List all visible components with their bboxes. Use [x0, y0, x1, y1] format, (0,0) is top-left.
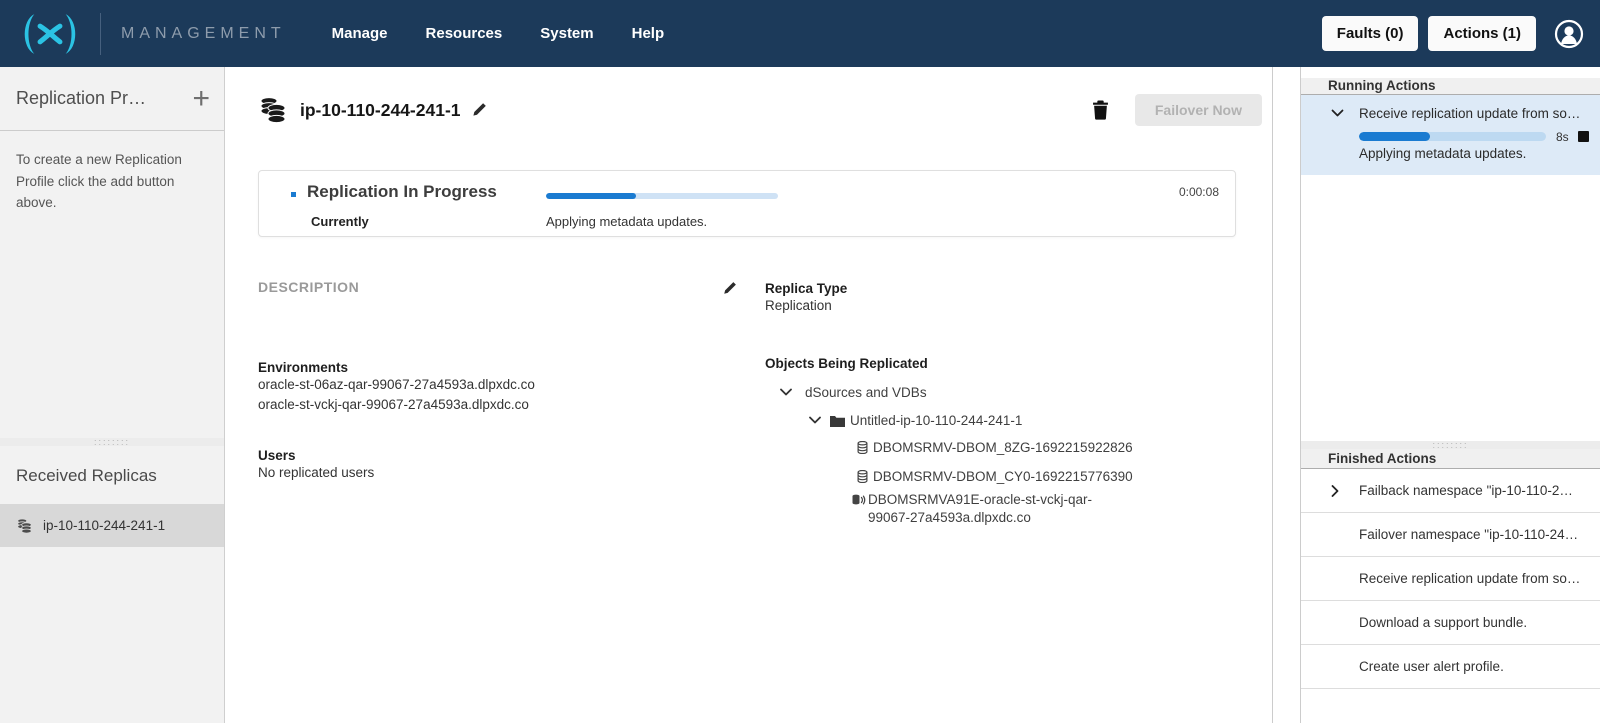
environment-item: oracle-st-vckj-qar-99067-27a4593a.dlpxdc… [258, 395, 758, 415]
replica-stack-icon [16, 518, 33, 534]
finished-action-label: Failback namespace "ip-10-110-2… [1359, 483, 1591, 498]
empty-profiles-hint: To create a new Replication Profile clic… [0, 131, 224, 214]
panel-resize-handle[interactable]: :::::::: [1301, 441, 1600, 449]
delete-replica-button[interactable] [1092, 100, 1109, 120]
app-window: MANAGEMENT Manage Resources System Help … [0, 0, 1600, 723]
chevron-down-icon[interactable] [809, 416, 821, 425]
replication-profiles-header: Replication Pr… + [0, 67, 224, 131]
finished-action-item[interactable]: Create user alert profile. [1301, 645, 1600, 689]
main-content: ip-10-110-244-241-1 Failover Now Replica… [226, 67, 1272, 723]
replica-title-row: ip-10-110-244-241-1 Failover Now [258, 88, 1262, 132]
running-actions-header: Running Actions [1301, 78, 1600, 95]
running-action-status: Applying metadata updates. [1359, 146, 1600, 161]
replication-progress-fill [546, 193, 636, 199]
menu-item-manage[interactable]: Manage [332, 25, 388, 42]
tree-node-label: DBOMSRMV-DBOM_8ZG-1692215922826 [873, 440, 1133, 455]
finished-action-label: Create user alert profile. [1359, 659, 1591, 674]
finished-action-item[interactable]: Failover namespace "ip-10-110-24… [1301, 513, 1600, 557]
progress-bullet [291, 192, 296, 197]
users-label: Users [258, 448, 758, 463]
user-avatar-icon[interactable] [1554, 19, 1584, 49]
description-column: DESCRIPTION Environments oracle-st-06az-… [258, 279, 758, 483]
pencil-icon [471, 102, 487, 118]
replica-type-value: Replication [765, 296, 1195, 316]
sidebar-item-replica-label: ip-10-110-244-241-1 [43, 518, 165, 533]
top-navbar: MANAGEMENT Manage Resources System Help … [0, 0, 1600, 67]
currently-label: Currently [311, 214, 369, 229]
received-replicas-header: Received Replicas [0, 446, 224, 486]
actions-panel: Running Actions Receive replication upda… [1300, 67, 1600, 723]
sidebar-resize-handle[interactable]: :::::::: [0, 438, 224, 446]
chevron-right-icon[interactable] [1331, 485, 1339, 497]
progress-elapsed-time: 0:00:08 [1179, 185, 1219, 199]
tree-node-vdb[interactable]: DBOMSRMV-DBOM_8ZG-1692215922826 [765, 440, 1195, 455]
progress-status-text: Applying metadata updates. [546, 214, 707, 229]
tree-node-vdb[interactable]: DBOMSRMV-DBOM_CY0-1692215776390 [765, 469, 1195, 484]
description-header: DESCRIPTION [258, 279, 359, 295]
replication-progress-bar [546, 193, 778, 199]
trash-icon [1092, 100, 1109, 120]
main-menu: Manage Resources System Help [332, 25, 664, 42]
navbar-divider [100, 13, 101, 55]
replication-progress-card: Replication In Progress 0:00:08 Currentl… [258, 170, 1236, 237]
objects-being-replicated-header: Objects Being Replicated [765, 356, 1195, 371]
brand-label: MANAGEMENT [121, 25, 286, 43]
finished-action-item[interactable]: Download a support bundle. [1301, 601, 1600, 645]
finished-action-label: Failover namespace "ip-10-110-24… [1359, 527, 1591, 542]
running-action-elapsed: 8s [1556, 130, 1569, 144]
tree-node-dsource[interactable]: DBOMSRMVA91E-oracle-st-vckj-qar-99067-27… [765, 491, 1095, 527]
stop-action-button stop-icon[interactable] [1578, 131, 1589, 142]
running-action-item[interactable]: Receive replication update from so… 8s A… [1301, 95, 1600, 175]
running-action-title: Receive replication update from so… [1359, 106, 1589, 121]
failover-now-button[interactable]: Failover Now [1135, 94, 1262, 126]
chevron-down-icon[interactable] [1331, 109, 1344, 118]
finished-action-item[interactable]: Receive replication update from so… [1301, 557, 1600, 601]
panel-spacer [1301, 175, 1600, 441]
edit-title-button[interactable] [471, 102, 487, 118]
tree-node-label: DBOMSRMV-DBOM_CY0-1692215776390 [873, 469, 1133, 484]
tree-node-label: DBOMSRMVA91E-oracle-st-vckj-qar-99067-27… [868, 492, 1092, 525]
add-profile-button plus-icon[interactable]: + [192, 88, 210, 110]
vdb-database-icon [857, 441, 868, 454]
replication-sidebar: Replication Pr… + To create a new Replic… [0, 67, 225, 723]
finished-action-label: Receive replication update from so… [1359, 571, 1591, 586]
menu-item-help[interactable]: Help [632, 25, 665, 42]
database-stack-icon [258, 96, 288, 124]
actions-button[interactable]: Actions (1) [1428, 16, 1536, 51]
finished-actions-header: Finished Actions [1301, 449, 1600, 469]
sidebar-item-replica[interactable]: ip-10-110-244-241-1 [0, 504, 224, 547]
folder-icon [830, 415, 845, 427]
tree-node-label: dSources and VDBs [805, 385, 927, 400]
users-value: No replicated users [258, 463, 758, 483]
tree-node-label: Untitled-ip-10-110-244-241-1 [850, 413, 1022, 428]
progress-title: Replication In Progress [307, 182, 497, 202]
page-title: ip-10-110-244-241-1 [300, 100, 461, 121]
faults-button[interactable]: Faults (0) [1322, 16, 1419, 51]
vdb-database-icon [857, 470, 868, 483]
finished-action-label: Download a support bundle. [1359, 615, 1591, 630]
replication-profiles-title: Replication Pr… [16, 88, 192, 109]
finished-action-item[interactable]: Failback namespace "ip-10-110-2… [1301, 469, 1600, 513]
environment-item: oracle-st-06az-qar-99067-27a4593a.dlpxdc… [258, 375, 758, 395]
replica-type-label: Replica Type [765, 281, 1195, 296]
environments-label: Environments [258, 360, 758, 375]
running-action-progress-bar [1359, 132, 1546, 141]
content-panel-gutter [1272, 67, 1300, 723]
delphix-logo-icon[interactable] [0, 11, 100, 57]
pencil-icon [722, 281, 737, 296]
edit-description-button[interactable] [722, 281, 737, 296]
menu-item-resources[interactable]: Resources [426, 25, 503, 42]
tree-node-dsources-vdbs[interactable]: dSources and VDBs [765, 385, 1195, 400]
running-action-progress-fill [1359, 132, 1430, 141]
replica-meta-column: Replica Type Replication Objects Being R… [765, 281, 1195, 527]
chevron-down-icon[interactable] [780, 388, 792, 397]
dsource-database-icon [852, 494, 866, 506]
menu-item-system[interactable]: System [540, 25, 593, 42]
tree-node-container[interactable]: Untitled-ip-10-110-244-241-1 [765, 413, 1195, 428]
